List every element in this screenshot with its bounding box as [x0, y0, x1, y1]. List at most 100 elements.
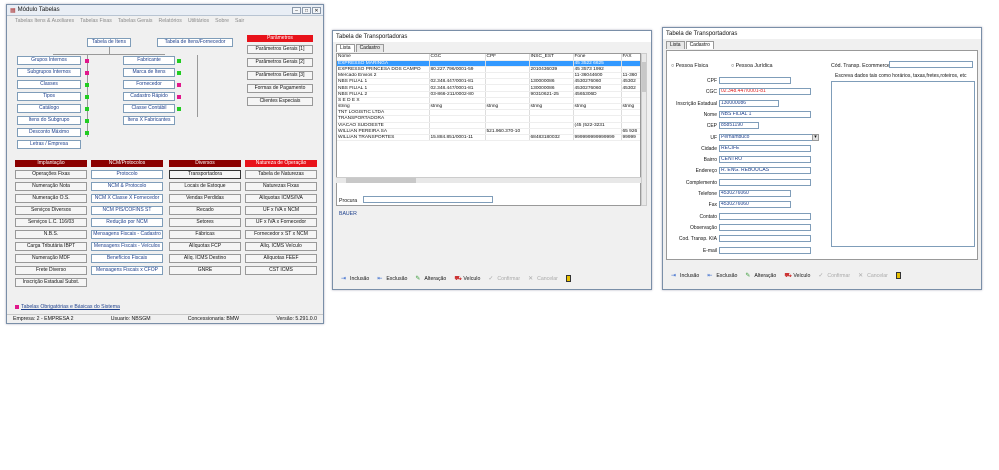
field-input[interactable]: Pernambuco: [719, 133, 819, 141]
group-0-item[interactable]: Serviços Diversos: [15, 206, 87, 215]
group-1-item[interactable]: Redução por NCM: [91, 218, 163, 227]
exclusao-button[interactable]: ⇤ Exclusão: [377, 276, 407, 282]
exit-button[interactable]: [565, 275, 571, 282]
grupos-internos-button[interactable]: Grupos Internos: [17, 56, 81, 65]
inclusao-button[interactable]: ⇥ Inclusão: [341, 276, 369, 282]
clientes-especiais-button[interactable]: Clientes Especiais: [247, 97, 313, 106]
confirmar-button[interactable]: ✓ Confirmar: [818, 273, 850, 279]
procura-input[interactable]: [363, 196, 493, 203]
notes-textarea[interactable]: [831, 81, 975, 247]
group-3-item[interactable]: UF x IVA x Fornecedor: [245, 218, 317, 227]
group-3-item[interactable]: UF x IVA x NCM: [245, 206, 317, 215]
group-0-item[interactable]: Operações Fixas: [15, 170, 87, 179]
field-input[interactable]: NBS FILIAL 1: [719, 110, 811, 118]
group-2-item[interactable]: Locais de Estoque: [169, 182, 241, 191]
veiculo-button[interactable]: ⛟ Veículo: [454, 276, 480, 282]
field-input[interactable]: 130000086: [719, 99, 779, 107]
tab-lista[interactable]: Lista: [666, 41, 685, 49]
field-input[interactable]: [719, 178, 811, 186]
group-0-item[interactable]: Serviços L.C. 116/03: [15, 218, 87, 227]
desconto-maximo-button[interactable]: Desconto Máximo: [17, 128, 81, 137]
group-1-item[interactable]: NCM & Protocolo: [91, 182, 163, 191]
close-button[interactable]: ✕: [312, 6, 321, 14]
group-1-item[interactable]: Protocolo: [91, 170, 163, 179]
group-3-item[interactable]: CST ICMS: [245, 266, 317, 275]
cancelar-button[interactable]: ✕ Cancelar: [528, 276, 558, 282]
formas-pagamento-button[interactable]: Formas de Pagamento: [247, 84, 313, 93]
tabelas-obrigatorias-link[interactable]: Tabelas Obrigatórias e Básicas do Sistem…: [21, 304, 120, 310]
menu-item[interactable]: Sair: [235, 18, 244, 24]
chevron-down-icon[interactable]: ▾: [812, 133, 819, 141]
exclusao-button[interactable]: ⇤ Exclusão: [707, 273, 737, 279]
subgrupos-internos-button[interactable]: Subgrupos Internos: [17, 68, 81, 77]
fabricante-button[interactable]: Fabricante: [123, 56, 175, 65]
vertical-scrollbar[interactable]: [641, 53, 647, 206]
classes-button[interactable]: Classes: [17, 80, 81, 89]
letras-empresa-button[interactable]: Letras / Empresa: [17, 140, 81, 149]
pessoa-juridica-radio[interactable]: ○ Pessoa Jurídica: [731, 63, 773, 69]
minimize-button[interactable]: –: [292, 6, 301, 14]
veiculo-button[interactable]: ⛟ Veículo: [784, 273, 810, 279]
scroll-thumb[interactable]: [346, 178, 416, 183]
itens-fabricantes-button[interactable]: Itens X Fabricantes: [123, 116, 175, 125]
cancelar-button[interactable]: ✕ Cancelar: [858, 273, 888, 279]
ecommerce-input[interactable]: [889, 61, 973, 68]
field-input[interactable]: CENTRO: [719, 156, 811, 164]
group-2-item[interactable]: Setores: [169, 218, 241, 227]
group-0-item[interactable]: N.B.S.: [15, 230, 87, 239]
group-0-item[interactable]: Numeração Nota: [15, 182, 87, 191]
field-input[interactable]: R. ENG. REBOUCAS: [719, 167, 811, 175]
classe-contabil-button[interactable]: Classe Contábil: [123, 104, 175, 113]
menu-item[interactable]: Tabelas Fixas: [80, 18, 112, 24]
tabela-itens-button[interactable]: Tabela de Itens: [87, 38, 131, 47]
group-2-item[interactable]: Alíquotas FCP: [169, 242, 241, 251]
alteracao-button[interactable]: ✎ Alteração: [415, 276, 446, 282]
group-1-item[interactable]: Mensagens Fiscais x CFOP: [91, 266, 163, 275]
group-2-item[interactable]: Recado: [169, 206, 241, 215]
group-2-item[interactable]: GNRE: [169, 266, 241, 275]
field-input[interactable]: 02.348.447/0001-81: [719, 88, 811, 96]
pessoa-fisica-radio[interactable]: ○ Pessoa Física: [671, 63, 708, 69]
group-3-item[interactable]: Naturezas Fixas: [245, 182, 317, 191]
field-input[interactable]: RECIFE: [719, 144, 811, 152]
inclusao-button[interactable]: ⇥ Inclusão: [671, 273, 699, 279]
field-input[interactable]: [719, 77, 791, 84]
group-3-item[interactable]: Fornecedor x ST x NCM: [245, 230, 317, 239]
group-1-item[interactable]: Benefícios Fiscais: [91, 254, 163, 263]
tipos-button[interactable]: Tipos: [17, 92, 81, 101]
group-0-item[interactable]: Numeração MDF: [15, 254, 87, 263]
group-3-item[interactable]: Alíq. ICMS Veículo: [245, 242, 317, 251]
horizontal-scrollbar[interactable]: [336, 177, 641, 183]
field-input[interactable]: [719, 235, 811, 243]
field-input[interactable]: [719, 246, 811, 254]
menu-item[interactable]: Tabelas Itens & Auxiliares: [15, 18, 74, 24]
group-1-item[interactable]: Mensagens Fiscais - Veículos: [91, 242, 163, 251]
group-2-item[interactable]: Vendas Perdidas: [169, 194, 241, 203]
parametros-gerais-1-button[interactable]: Parâmetros Gerais [1]: [247, 45, 313, 54]
field-input[interactable]: 85851190: [719, 122, 759, 130]
field-input[interactable]: [719, 223, 811, 231]
confirmar-button[interactable]: ✓ Confirmar: [488, 276, 520, 282]
field-input[interactable]: [719, 212, 811, 220]
group-0-item[interactable]: Numeração O.S.: [15, 194, 87, 203]
group-1-item[interactable]: NCM X Classe X Fornecedor: [91, 194, 163, 203]
group-0-item[interactable]: Inscrição Estadual Subst.: [15, 278, 87, 287]
menu-item[interactable]: Sobre: [215, 18, 229, 24]
table-row[interactable]: WILLIAN TRANSPORTES 15.884.851/0001-11 684…: [337, 134, 640, 142]
menu-item[interactable]: Relatórios: [158, 18, 181, 24]
tabela-itens-fornecedor-button[interactable]: Tabela de Itens/Fornecedor: [157, 38, 233, 47]
cadastro-rapido-button[interactable]: Cadastro Rápido: [123, 92, 175, 101]
alteracao-button[interactable]: ✎ Alteração: [745, 273, 776, 279]
tab-cadastro[interactable]: Cadastro: [355, 44, 384, 52]
scroll-thumb[interactable]: [642, 62, 646, 92]
field-input[interactable]: 4530276060: [719, 201, 791, 209]
parametros-gerais-3-button[interactable]: Parâmetros Gerais [3]: [247, 71, 313, 80]
exit-button[interactable]: [895, 272, 901, 279]
menu-item[interactable]: Tabelas Gerais: [118, 18, 153, 24]
maximize-button[interactable]: □: [302, 6, 311, 14]
group-2-item[interactable]: Transportadora: [169, 170, 241, 179]
catalogo-button[interactable]: Catálogo: [17, 104, 81, 113]
group-3-item[interactable]: Tabela de Naturezas: [245, 170, 317, 179]
marca-itens-button[interactable]: Marca de Itens: [123, 68, 175, 77]
group-3-item[interactable]: Alíquotas FEEF: [245, 254, 317, 263]
